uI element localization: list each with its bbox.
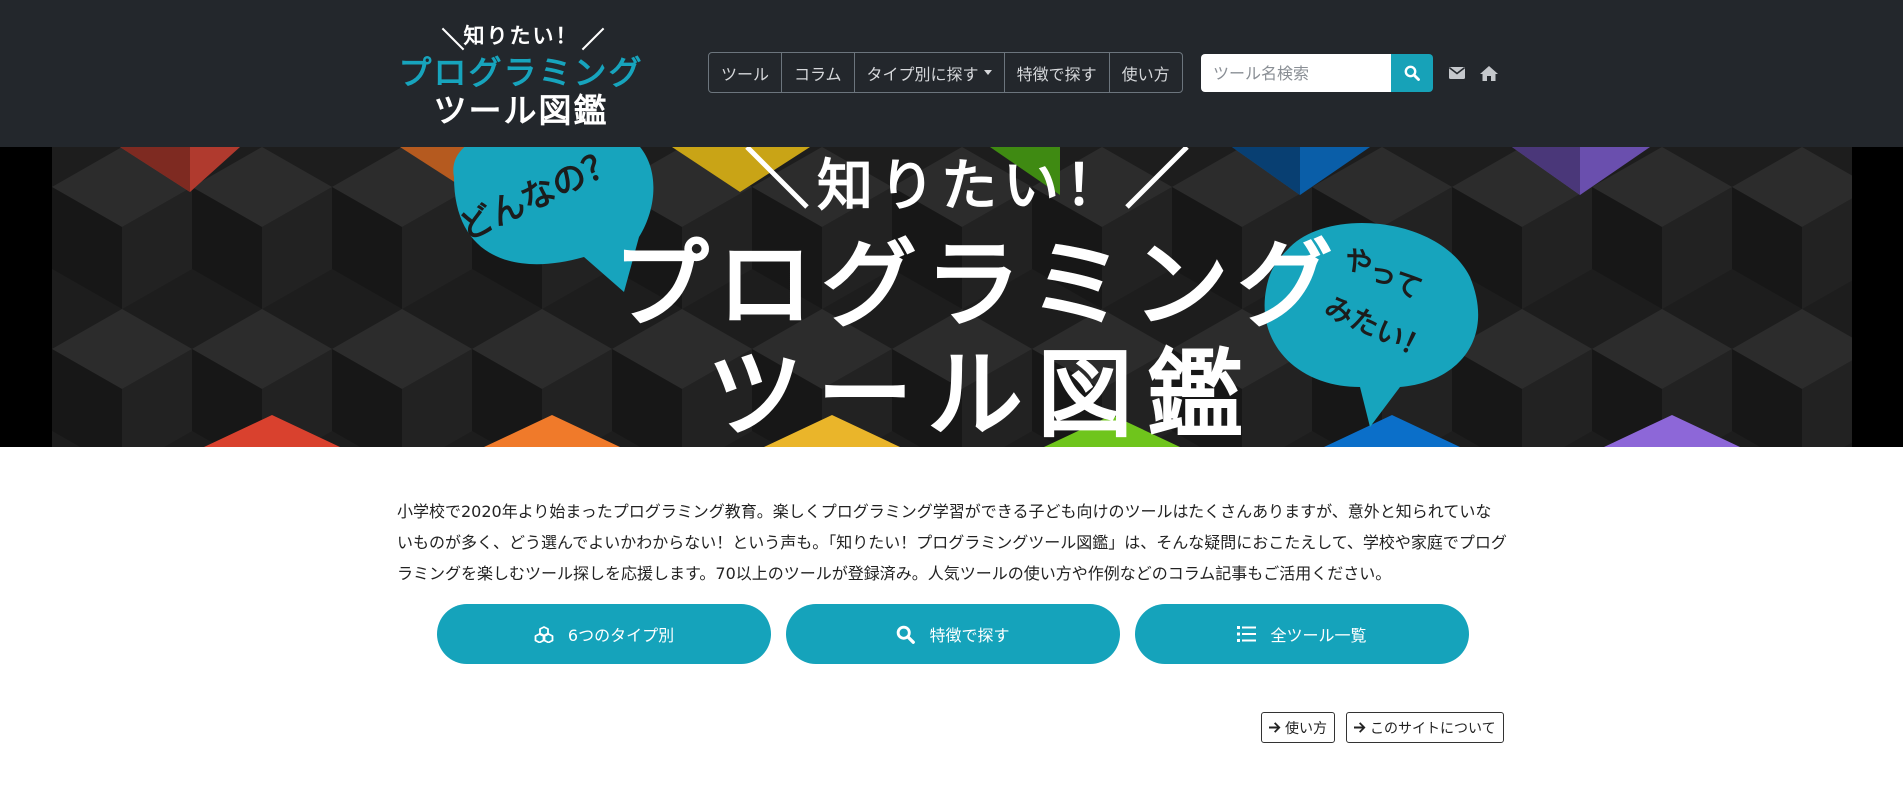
list-icon	[1237, 626, 1257, 642]
home-link[interactable]	[1478, 62, 1500, 84]
about-label: このサイトについて	[1370, 720, 1496, 737]
search-icon	[1404, 65, 1420, 81]
search-input[interactable]	[1201, 54, 1391, 92]
site-header: 知りたい！ プログラミング ツール図鑑 ツール コラム タイプ別に探す 特徴で探…	[0, 0, 1903, 147]
nav-item-columns[interactable]: コラム	[782, 53, 855, 92]
all-tools-button[interactable]: 全ツール一覧	[1135, 604, 1469, 664]
tool-search	[1201, 54, 1433, 92]
nav-item-label: ツール	[721, 64, 770, 84]
intro-text: 小学校で2020年より始まったプログラミング教育。楽しくプログラミング学習ができ…	[397, 502, 1507, 583]
six-types-label: 6つのタイプ別	[567, 626, 675, 645]
about-link[interactable]: このサイトについて	[1346, 712, 1504, 743]
search-button[interactable]	[1391, 54, 1433, 92]
site-logo[interactable]: 知りたい！ プログラミング ツール図鑑	[396, 18, 646, 130]
cubes-icon	[534, 625, 554, 643]
envelope-icon	[1449, 67, 1465, 79]
nav-item-search-by-type[interactable]: タイプ別に探す	[855, 53, 1005, 92]
hero-cube-background: どんなの？ やって みたい！ 知りたい！ プログラミング ツール図鑑	[52, 147, 1852, 447]
features-button[interactable]: 特徴で探す	[786, 604, 1120, 664]
hero-banner: どんなの？ やって みたい！ 知りたい！ プログラミング ツール図鑑	[0, 147, 1903, 447]
nav-item-label: タイプ別に探す	[866, 64, 979, 84]
features-label: 特徴で探す	[929, 626, 1010, 645]
nav-item-label: コラム	[794, 64, 842, 84]
all-tools-label: 全ツール一覧	[1270, 626, 1367, 645]
six-types-button[interactable]: 6つのタイプ別	[437, 604, 771, 664]
mail-link[interactable]	[1446, 62, 1468, 84]
nav-item-howto[interactable]: 使い方	[1110, 53, 1182, 92]
howto-link[interactable]: 使い方	[1261, 712, 1335, 743]
nav-item-label: 使い方	[1121, 64, 1170, 84]
nav-item-tools[interactable]: ツール	[709, 53, 783, 92]
arrow-right-icon	[1354, 722, 1366, 733]
howto-label: 使い方	[1285, 720, 1327, 737]
caret-down-icon	[983, 70, 992, 75]
main-nav: ツール コラム タイプ別に探す 特徴で探す 使い方	[708, 52, 1183, 93]
arrow-right-icon	[1269, 722, 1281, 733]
logo-line3: ツール図鑑	[433, 91, 609, 130]
home-icon	[1480, 65, 1498, 81]
nav-item-search-by-feature[interactable]: 特徴で探す	[1005, 53, 1110, 92]
search-icon	[896, 625, 916, 644]
nav-item-label: 特徴で探す	[1016, 64, 1097, 84]
hero-title-sub: ツール図鑑	[707, 339, 1257, 447]
